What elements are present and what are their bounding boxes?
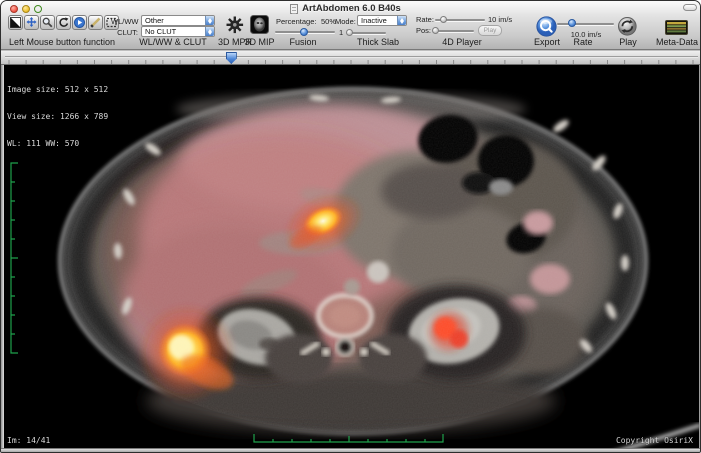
overlay-copyright: Copyright OsiriX <box>616 436 693 445</box>
move-arrows-icon <box>26 17 37 28</box>
player4d-label: 4D Player <box>432 37 492 47</box>
overlay-top-left: Image size: 512 x 512 View size: 1266 x … <box>7 67 108 166</box>
3d-mpr-button[interactable] <box>226 16 244 34</box>
3d-mip-label: 3D MIP <box>241 37 278 47</box>
image-viewport[interactable]: Image size: 512 x 512 View size: 1266 x … <box>4 65 699 450</box>
play-browse-icon <box>74 17 85 28</box>
magnifier-icon <box>42 17 53 28</box>
thickslab-slider-track[interactable] <box>348 32 386 34</box>
circular-arrows-icon <box>619 18 637 36</box>
play-label: Play <box>607 37 649 47</box>
wlww-label: WL/WW <box>111 17 138 26</box>
popup-arrows-icon <box>397 16 406 25</box>
measure-tool-button[interactable] <box>88 15 103 30</box>
3d-mip-button[interactable] <box>250 15 269 34</box>
pan-tool-button[interactable] <box>24 15 39 30</box>
fusion-percentage-label: Percentage: <box>276 17 316 26</box>
thickslab-slider-thumb[interactable] <box>346 29 353 36</box>
overlay-image-index: Im: 14/41 <box>7 436 176 445</box>
fusion-label: Fusion <box>277 37 329 47</box>
wlww-popup-value: Other <box>145 16 164 25</box>
metadata-table-icon <box>666 21 688 35</box>
fusion-percentage-value: 50% <box>321 17 336 26</box>
clut-label: CLUT: <box>111 28 138 37</box>
player4d-pos-track[interactable] <box>434 30 474 32</box>
pencil-icon <box>90 17 101 28</box>
player4d-pos-label: Pos: <box>416 26 431 35</box>
mouse-tools-label: Left Mouse button function <box>2 37 122 47</box>
nav-slider-groove <box>5 56 698 57</box>
contrast-tool-button[interactable] <box>8 15 23 30</box>
image-navigation-slider[interactable] <box>1 51 701 65</box>
rate-label: Rate <box>562 37 604 47</box>
fusion-slider-thumb[interactable] <box>300 28 308 36</box>
thickslab-label: Thick Slab <box>347 37 409 47</box>
mouse-tool-group <box>8 15 119 30</box>
rotate-tool-button[interactable] <box>56 15 71 30</box>
thickslab-mode-popup[interactable]: Inactive <box>357 15 407 26</box>
rate-slider-track[interactable] <box>557 23 614 25</box>
player4d-rate-value: 10 im/s <box>488 15 512 24</box>
rate-slider-thumb[interactable] <box>568 19 576 27</box>
magnify-tool-button[interactable] <box>40 15 55 30</box>
player4d-rate-thumb[interactable] <box>440 16 447 23</box>
overlay-image-size: Image size: 512 x 512 <box>7 85 108 94</box>
mip-thumbnail-icon <box>251 16 269 34</box>
window-bottom-border <box>1 448 701 452</box>
osirix-2d-viewer-window: ArtAbdomen 6.0 B40s <box>0 0 701 453</box>
thickslab-mode-label: Mode: <box>335 17 356 26</box>
wlww-popup[interactable]: Other <box>141 15 215 26</box>
popup-arrows-icon <box>205 16 214 25</box>
browse-tool-button[interactable] <box>72 15 87 30</box>
overlay-bottom-left: Im: 14/41 Thickness: 6.0 mm Location: -1… <box>7 418 176 450</box>
metadata-button[interactable] <box>665 20 688 35</box>
play-loop-button[interactable] <box>618 17 637 36</box>
thickslab-slices-value: 1 <box>339 28 343 37</box>
player4d-rate-label: Rate: <box>416 15 434 24</box>
metadata-label: Meta-Data <box>647 37 701 47</box>
nav-strip-ticks <box>1 51 701 65</box>
window-chrome: ArtAbdomen 6.0 B40s <box>1 1 701 50</box>
fused-pet-ct-image[interactable] <box>4 65 699 450</box>
player4d-pos-thumb[interactable] <box>432 27 439 34</box>
popup-arrows-icon <box>205 27 214 36</box>
gear-icon <box>227 17 244 34</box>
clut-popup[interactable]: No CLUT <box>141 26 215 37</box>
thickslab-mode-value: Inactive <box>361 16 387 25</box>
rotate-arrow-icon <box>58 17 69 28</box>
player4d-play-button[interactable]: Play <box>478 25 502 36</box>
export-button[interactable] <box>536 16 557 37</box>
wlww-clut-label: WL/WW & CLUT <box>127 37 219 47</box>
window-title: ArtAbdomen 6.0 B40s <box>1 3 701 14</box>
clut-popup-value: No CLUT <box>145 27 176 36</box>
toolbar-toggle-button[interactable] <box>683 4 697 11</box>
overlay-wl-ww: WL: 111 WW: 570 <box>7 139 108 148</box>
contrast-icon <box>10 17 21 28</box>
overlay-view-size: View size: 1266 x 789 <box>7 112 108 121</box>
quicktime-export-icon <box>537 17 556 36</box>
